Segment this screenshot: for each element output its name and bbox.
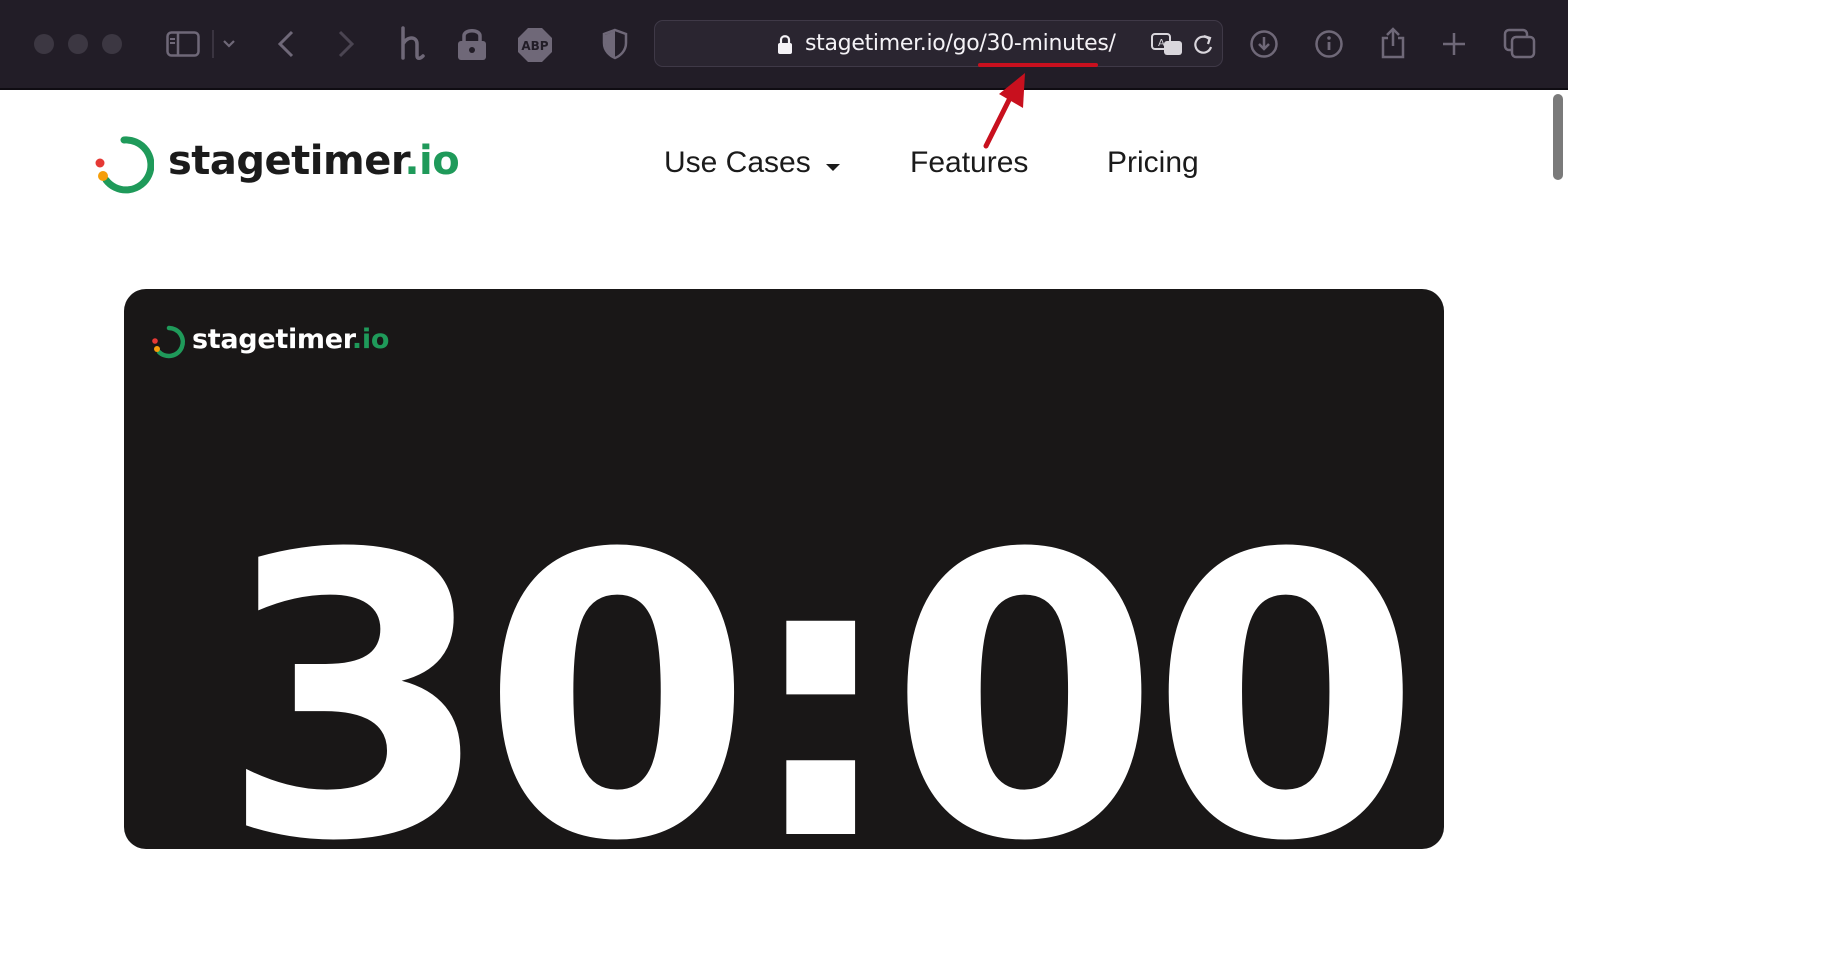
browser-toolbar: ABP stagetimer.io/go/30-minutes/ A	[0, 0, 1568, 90]
svg-text:A: A	[1158, 38, 1165, 49]
timer-preview-card: stagetimer.io 30:00	[124, 289, 1444, 849]
timer-logo: stagetimer.io	[192, 324, 389, 355]
logo-main-text: stagetimer	[168, 138, 405, 184]
url-text[interactable]: stagetimer.io/go/30-minutes/	[805, 31, 1116, 56]
download-icon[interactable]	[1249, 29, 1279, 59]
chevron-down-icon[interactable]	[222, 39, 236, 49]
toolbar-divider	[212, 30, 214, 58]
honey-extension-icon[interactable]	[395, 26, 427, 62]
privacy-shield-icon[interactable]	[602, 28, 628, 60]
site-logo[interactable]: stagetimer.io	[168, 138, 460, 184]
forward-icon[interactable]	[336, 30, 356, 58]
stagetimer-logo-icon[interactable]	[94, 136, 154, 196]
timer-logo-main: stagetimer	[192, 324, 352, 355]
lock-icon	[778, 35, 792, 54]
annotation-arrow-icon	[983, 73, 1025, 149]
new-tab-icon[interactable]	[1441, 31, 1467, 57]
translate-icon[interactable]: A	[1150, 32, 1184, 58]
adblock-plus-icon[interactable]: ABP	[517, 27, 553, 63]
timer-display: 30:00	[220, 472, 1421, 849]
share-icon[interactable]	[1379, 26, 1407, 60]
reload-icon[interactable]	[1192, 33, 1214, 57]
nav-features[interactable]: Features	[910, 146, 1028, 180]
back-icon[interactable]	[276, 30, 296, 58]
nav-use-cases[interactable]: Use Cases	[664, 146, 811, 180]
annotation-underline	[978, 63, 1098, 67]
timer-logo-icon	[152, 325, 186, 359]
window-zoom-button[interactable]	[102, 34, 122, 54]
address-bar[interactable]: stagetimer.io/go/30-minutes/ A	[654, 20, 1223, 67]
svg-text:ABP: ABP	[521, 39, 548, 53]
window-close-button[interactable]	[34, 34, 54, 54]
sidebar-icon[interactable]	[166, 31, 200, 57]
info-icon[interactable]	[1314, 29, 1344, 59]
lock-extension-icon[interactable]	[456, 27, 488, 61]
page-scrollbar[interactable]	[1553, 94, 1563, 180]
window-minimize-button[interactable]	[68, 34, 88, 54]
caret-down-icon[interactable]	[826, 164, 840, 171]
logo-suffix-text: .io	[404, 138, 460, 184]
timer-logo-suffix: .io	[351, 324, 390, 355]
nav-pricing[interactable]: Pricing	[1107, 146, 1199, 180]
tab-overview-icon[interactable]	[1503, 28, 1537, 60]
